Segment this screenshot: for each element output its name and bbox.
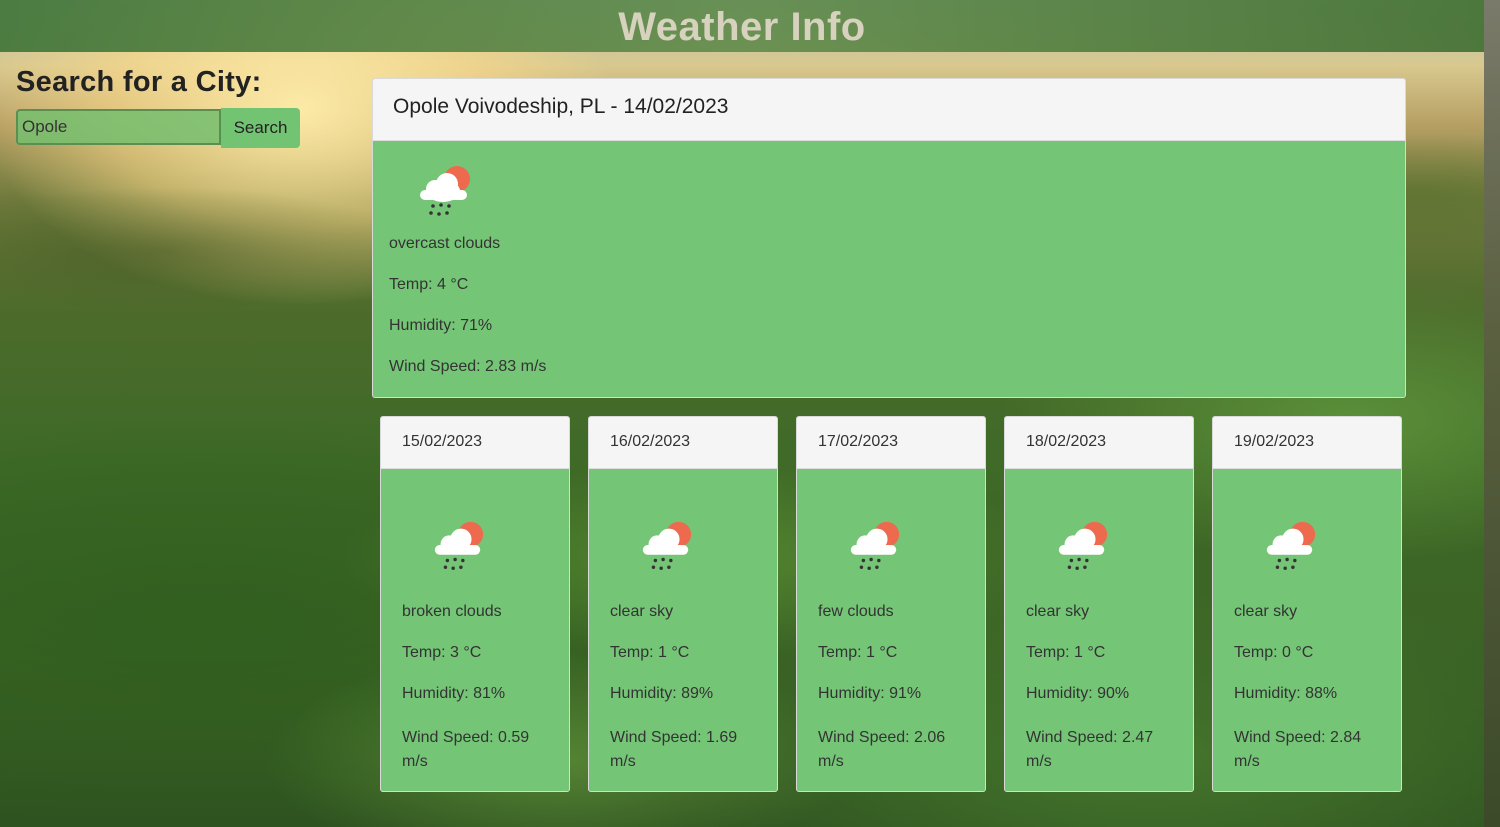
forecast-card-body: clear sky Temp: 1 °C Humidity: 90% Wind … — [1005, 469, 1193, 774]
forecast-card: 19/02/2023 clear sky Temp: 0 °C Humidity… — [1212, 416, 1402, 792]
cloud-sun-rain-icon — [1266, 521, 1316, 570]
forecast-humidity: Humidity: 91% — [818, 685, 922, 702]
current-temp: Temp: 4 °C — [389, 276, 469, 293]
forecast-description: clear sky — [1234, 603, 1298, 620]
search-section: Search for a City: Search — [16, 66, 300, 148]
forecast-card: 16/02/2023 clear sky Temp: 1 °C Humidity… — [588, 416, 778, 792]
cloud-sun-rain-icon — [420, 166, 470, 216]
cloud-sun-rain-icon — [642, 521, 692, 570]
forecast-card-body: broken clouds Temp: 3 °C Humidity: 81% W… — [381, 469, 569, 774]
city-search-input[interactable] — [16, 109, 221, 145]
forecast-date: 15/02/2023 — [402, 433, 483, 450]
forecast-date: 17/02/2023 — [818, 433, 899, 450]
forecast-wind: Wind Speed: 2.47 m/s — [1026, 729, 1154, 770]
forecast-wind: Wind Speed: 2.84 m/s — [1234, 729, 1362, 770]
forecast-date: 18/02/2023 — [1026, 433, 1107, 450]
forecast-card-header: 15/02/2023 — [381, 417, 569, 469]
forecast-card-header: 19/02/2023 — [1213, 417, 1401, 469]
app-header: Weather Info — [0, 0, 1484, 52]
forecast-description: clear sky — [610, 603, 674, 620]
cloud-sun-rain-icon — [850, 521, 900, 570]
app-title: Weather Info — [618, 5, 866, 49]
current-weather-body: overcast clouds Temp: 4 °C Humidity: 71%… — [373, 141, 1405, 376]
forecast-temp: Temp: 1 °C — [610, 644, 690, 661]
forecast-card-header: 18/02/2023 — [1005, 417, 1193, 469]
forecast-humidity: Humidity: 90% — [1026, 685, 1130, 702]
forecast-description: few clouds — [818, 603, 894, 620]
forecast-description: clear sky — [1026, 603, 1090, 620]
forecast-humidity: Humidity: 81% — [402, 685, 506, 702]
search-button[interactable]: Search — [221, 108, 300, 148]
forecast-card: 17/02/2023 few clouds Temp: 1 °C Humidit… — [796, 416, 986, 792]
forecast-temp: Temp: 1 °C — [1026, 644, 1106, 661]
forecast-description: broken clouds — [402, 603, 502, 620]
search-heading: Search for a City: — [16, 66, 262, 98]
current-humidity: Humidity: 71% — [389, 317, 493, 334]
forecast-wind: Wind Speed: 1.69 m/s — [610, 729, 738, 770]
current-weather-card: Opole Voivodeship, PL - 14/02/2023 overc… — [372, 78, 1406, 398]
forecast-date: 19/02/2023 — [1234, 433, 1315, 450]
current-wind: Wind Speed: 2.83 m/s — [389, 358, 547, 375]
cloud-sun-rain-icon — [434, 521, 484, 570]
forecast-card-body: clear sky Temp: 0 °C Humidity: 88% Wind … — [1213, 469, 1401, 774]
forecast-card-header: 17/02/2023 — [797, 417, 985, 469]
forecast-card-header: 16/02/2023 — [589, 417, 777, 469]
current-location-date: Opole Voivodeship, PL - 14/02/2023 — [393, 95, 729, 118]
search-row: Search — [16, 108, 300, 148]
forecast-humidity: Humidity: 88% — [1234, 685, 1338, 702]
scrollbar-strip — [1484, 0, 1500, 827]
current-description: overcast clouds — [389, 235, 501, 252]
forecast-wind: Wind Speed: 0.59 m/s — [402, 729, 530, 770]
forecast-wind: Wind Speed: 2.06 m/s — [818, 729, 946, 770]
forecast-card: 18/02/2023 clear sky Temp: 1 °C Humidity… — [1004, 416, 1194, 792]
forecast-humidity: Humidity: 89% — [610, 685, 714, 702]
forecast-temp: Temp: 0 °C — [1234, 644, 1314, 661]
current-weather-header: Opole Voivodeship, PL - 14/02/2023 — [373, 79, 1405, 141]
forecast-card: 15/02/2023 broken clouds Temp: 3 °C Humi… — [380, 416, 570, 792]
forecast-card-body: clear sky Temp: 1 °C Humidity: 89% Wind … — [589, 469, 777, 774]
forecast-temp: Temp: 3 °C — [402, 644, 482, 661]
forecast-temp: Temp: 1 °C — [818, 644, 898, 661]
forecast-card-body: few clouds Temp: 1 °C Humidity: 91% Wind… — [797, 469, 985, 774]
forecast-date: 16/02/2023 — [610, 433, 691, 450]
cloud-sun-rain-icon — [1058, 521, 1108, 570]
